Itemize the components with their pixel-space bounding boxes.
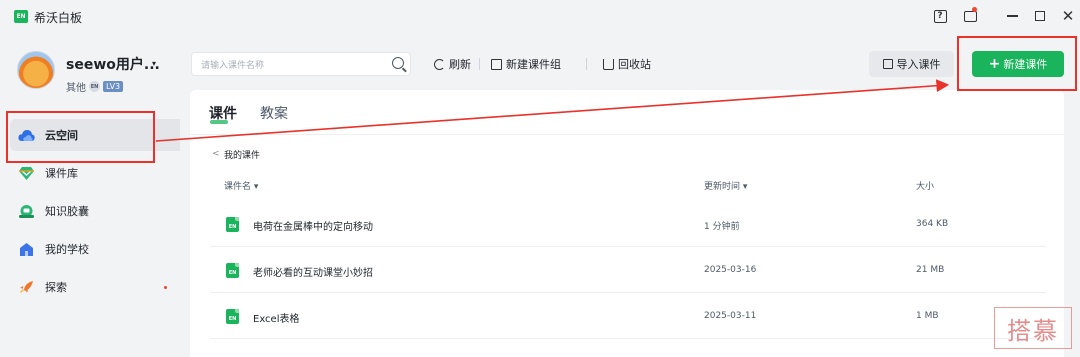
annotation-arrow [155, 79, 950, 142]
watermark-stamp: 搭慕 [994, 307, 1072, 349]
